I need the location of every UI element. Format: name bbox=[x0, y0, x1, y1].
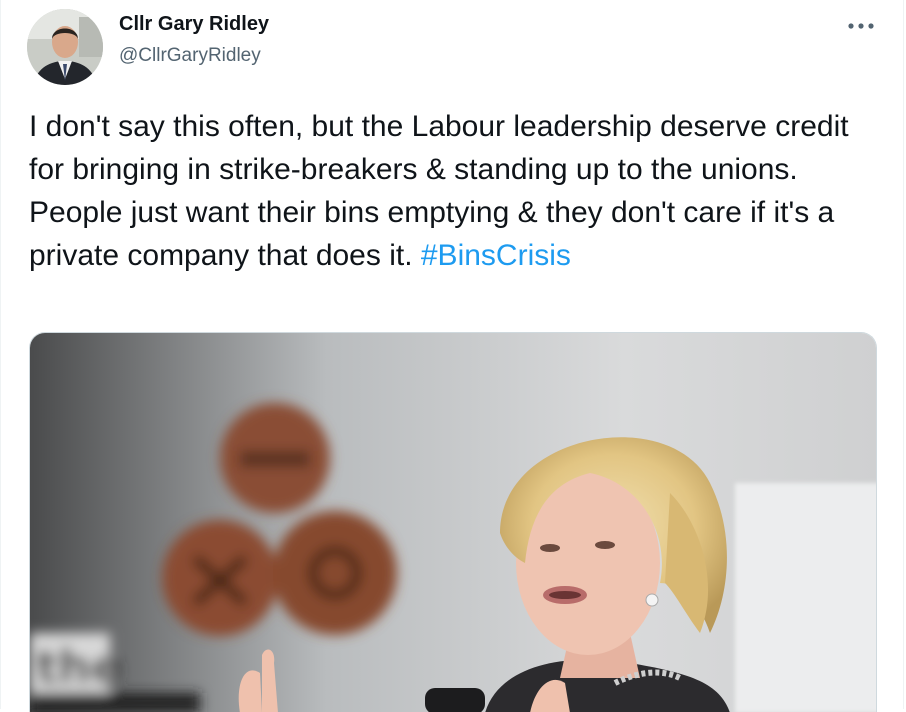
tweet-card: Cllr Gary Ridley @CllrGaryRidley I don't… bbox=[0, 0, 904, 712]
more-options-icon[interactable] bbox=[841, 14, 881, 38]
tweet-text: I don't say this often, but the Labour l… bbox=[29, 105, 879, 277]
hashtag-link[interactable]: #BinsCrisis bbox=[421, 239, 571, 272]
tweet-photo[interactable]: the bbox=[29, 332, 877, 712]
author-name[interactable]: Cllr Gary Ridley bbox=[119, 13, 269, 36]
author-handle[interactable]: @CllrGaryRidley bbox=[119, 45, 261, 67]
avatar[interactable] bbox=[27, 9, 103, 85]
photo-illustration: the bbox=[30, 333, 876, 712]
svg-text:the: the bbox=[36, 640, 122, 694]
